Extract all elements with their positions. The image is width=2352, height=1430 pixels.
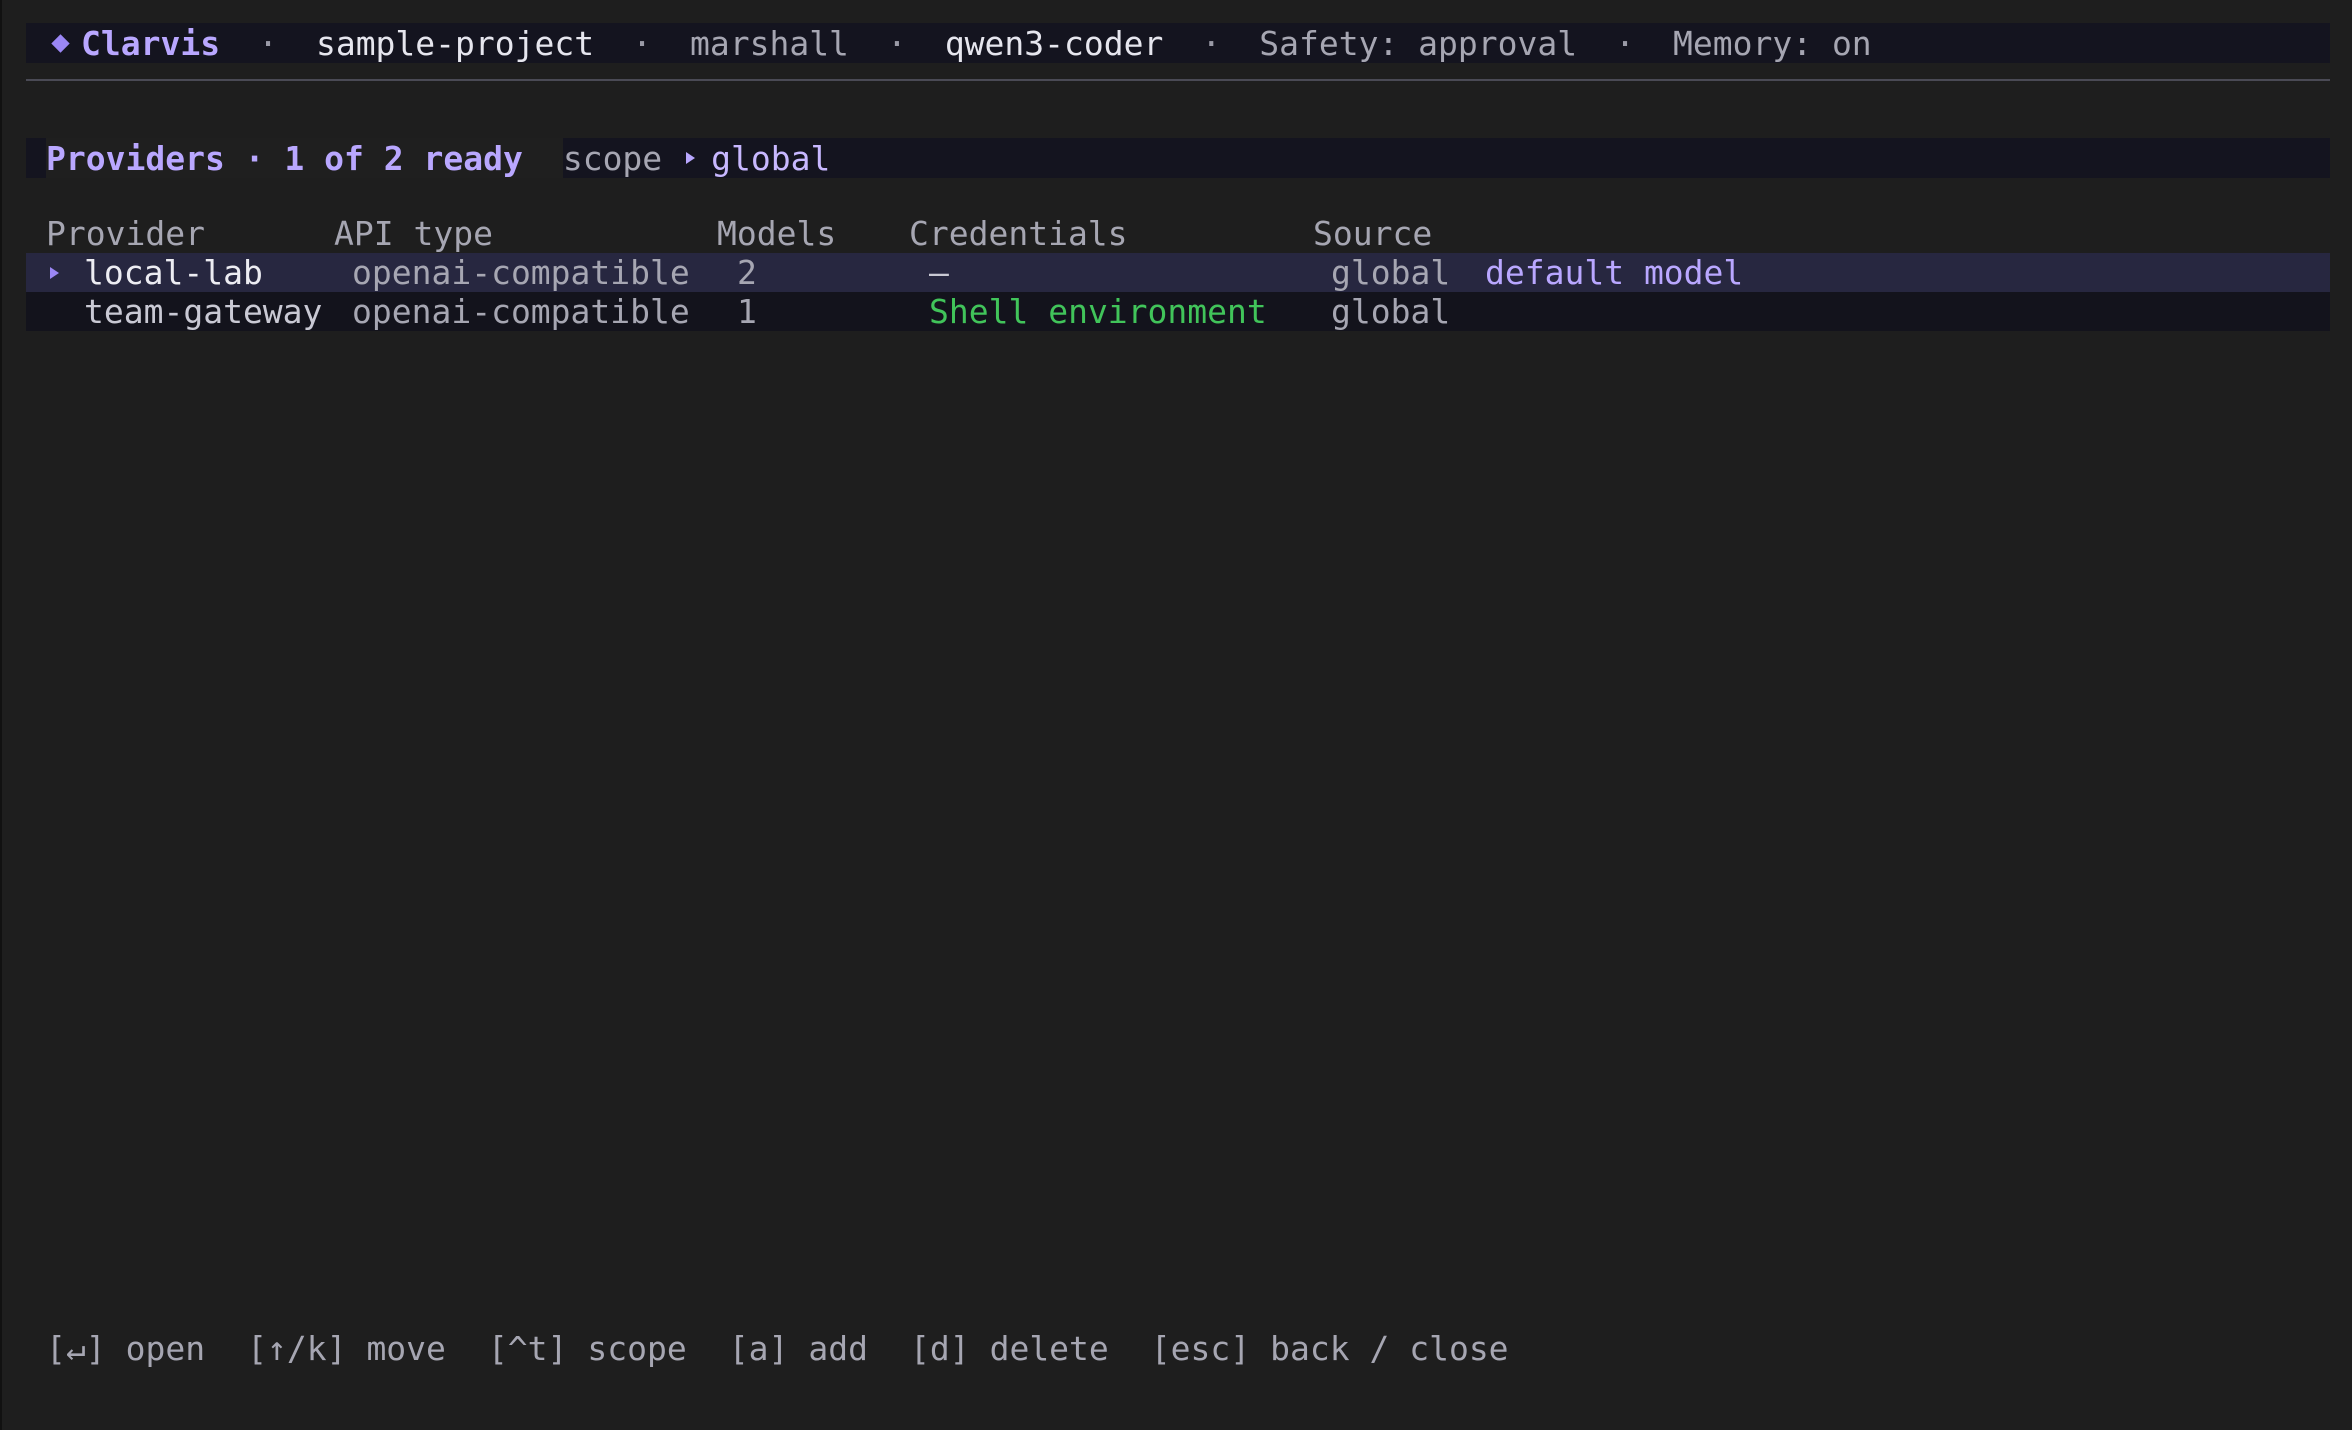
hint-delete[interactable]: [d] delete <box>910 1329 1109 1368</box>
separator: · <box>1615 23 1635 63</box>
separator: · <box>632 23 652 63</box>
app-name: Clarvis <box>81 23 221 63</box>
hint-label: add <box>808 1328 868 1368</box>
header-divider <box>26 79 2330 81</box>
hint-key: [↑/k] <box>247 1328 347 1368</box>
model-count: 1 <box>737 292 757 331</box>
hint-add[interactable]: [a] add <box>729 1329 868 1368</box>
safety-status: Safety: approval <box>1259 23 1578 63</box>
user-name: marshall <box>689 23 849 63</box>
key-hints: [↵] open [↑/k] move [^t] scope [a] add [d] de… <box>46 1328 1551 1368</box>
scope-value[interactable]: global <box>711 139 830 178</box>
separator: · <box>1201 23 1222 63</box>
hint-label: move <box>366 1328 446 1368</box>
hint-label: delete <box>989 1328 1109 1368</box>
hint-label: back / close <box>1270 1328 1509 1368</box>
app-brand: Clarvis <box>51 23 221 63</box>
column-header-credentials: Credentials <box>909 214 1128 253</box>
providers-header: Providers · 1 of 2 ready scope global <box>26 138 2330 178</box>
api-type: openai-compatible <box>352 292 690 331</box>
caret-right-icon <box>50 267 59 279</box>
hint-back-close[interactable]: [esc] back / close <box>1151 1329 1509 1368</box>
default-model-badge: default model <box>1485 253 1744 292</box>
provider-name: local-lab <box>84 253 263 292</box>
column-header-models: Models <box>717 214 837 253</box>
source: global <box>1331 292 1451 331</box>
caret-right-icon <box>686 152 696 164</box>
separator: · <box>886 23 907 63</box>
providers-table: Provider API type Models Credentials Sou… <box>26 214 2330 331</box>
status-bar: Clarvis · sample-project · marshall · qw… <box>26 23 2330 63</box>
hint-scope[interactable]: [^t] scope <box>488 1329 687 1368</box>
panel-title: Providers · 1 of 2 ready <box>46 138 563 178</box>
project-name: sample-project <box>315 23 595 63</box>
model-name: qwen3-coder <box>944 23 1164 63</box>
model-count: 2 <box>737 253 757 292</box>
memory-status: Memory: on <box>1673 23 1872 63</box>
column-header-source: Source <box>1313 214 1433 253</box>
hint-key: [a] <box>728 1328 789 1368</box>
hint-key: [^t] <box>487 1328 568 1368</box>
table-header: Provider API type Models Credentials Sou… <box>26 214 2330 253</box>
table-row[interactable]: team-gateway openai-compatible 1 Shell e… <box>26 292 2330 331</box>
hint-label: open <box>125 1328 206 1368</box>
credentials-status: – <box>929 253 949 292</box>
column-header-api-type: API type <box>334 214 493 253</box>
hint-open[interactable]: [↵] open <box>46 1329 205 1368</box>
credentials-status: Shell environment <box>929 292 1267 331</box>
table-row[interactable]: local-lab openai-compatible 2 – global d… <box>26 253 2330 292</box>
hint-key: [d] <box>909 1328 970 1368</box>
separator: · <box>258 23 278 63</box>
diamond-icon <box>51 33 70 53</box>
hint-move[interactable]: [↑/k] move <box>247 1329 446 1368</box>
source: global <box>1331 253 1451 292</box>
hint-key: [↵] <box>46 1328 106 1368</box>
scope-label: scope <box>562 138 663 178</box>
api-type: openai-compatible <box>352 253 690 292</box>
provider-name: team-gateway <box>84 292 323 331</box>
column-header-provider: Provider <box>46 214 205 253</box>
hint-key: [esc] <box>1150 1328 1251 1368</box>
terminal-window: Clarvis · sample-project · marshall · qw… <box>0 0 2352 1430</box>
hint-label: scope <box>587 1328 687 1368</box>
